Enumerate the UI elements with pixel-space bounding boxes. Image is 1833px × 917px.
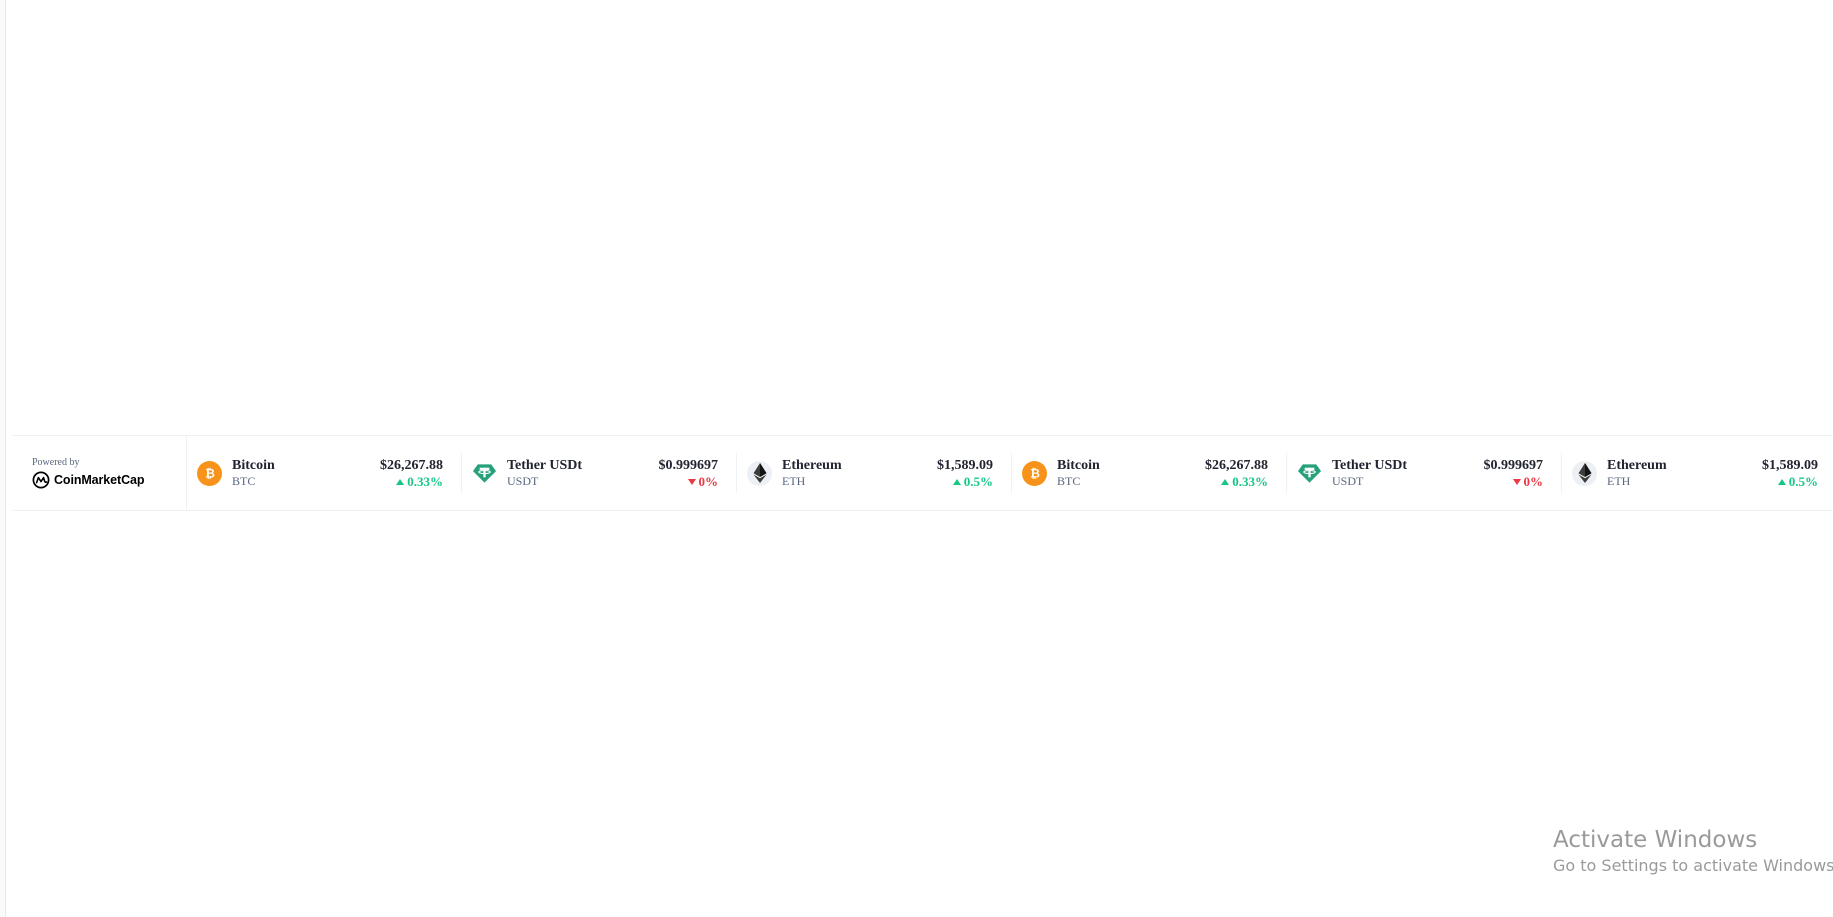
- coin-symbol: USDT: [1332, 474, 1364, 488]
- caret-up-icon: [952, 478, 961, 485]
- coin-name: Tether USDt: [507, 458, 583, 473]
- caret-down-icon: [687, 478, 696, 485]
- coin-change-value: 0.33%: [1232, 474, 1268, 489]
- coin-name: Tether USDt: [1332, 458, 1408, 473]
- coin-change: 0.5%: [1777, 474, 1818, 489]
- svg-text:₿: ₿: [1030, 467, 1040, 481]
- ticker-items: ₿ Bitcoin BTC $26,267.88 0.33% Tether US…: [187, 436, 1833, 510]
- tether-icon: [472, 461, 497, 486]
- coin-change-value: 0%: [1523, 474, 1544, 489]
- coin-name: Bitcoin: [1057, 458, 1100, 473]
- tether-icon: [1297, 461, 1322, 486]
- coin-price: $1,589.09: [1762, 458, 1818, 473]
- caret-up-icon: [396, 478, 405, 485]
- coin-name: Bitcoin: [232, 458, 275, 473]
- coin-change: 0.5%: [952, 474, 993, 489]
- caret-up-icon: [1777, 478, 1786, 485]
- caret-up-icon: [1221, 478, 1230, 485]
- coin-name: Ethereum: [1607, 458, 1667, 473]
- coin-symbol: ETH: [782, 474, 806, 488]
- coin-change-value: 0.5%: [963, 474, 993, 489]
- coin-price: $0.999697: [658, 458, 719, 473]
- watermark-title: Activate Windows: [1553, 827, 1758, 853]
- coin-price: $0.999697: [1483, 458, 1544, 473]
- coin-price: $1,589.09: [937, 458, 993, 473]
- coinmarketcap-logo-icon: [32, 471, 50, 489]
- page: Powered by CoinMarketCap ₿ Bitcoin BTC $…: [0, 0, 1833, 917]
- coin-change: 0%: [687, 474, 719, 489]
- watermark-subtitle: Go to Settings to activate Windows.: [1553, 856, 1833, 875]
- window-left-edge: [0, 0, 6, 917]
- coin-change-value: 0.33%: [407, 474, 443, 489]
- coin-change-value: 0%: [698, 474, 719, 489]
- coin-change: 0%: [1512, 474, 1544, 489]
- ethereum-icon: [1572, 460, 1597, 486]
- ticker-item-ethereum[interactable]: Ethereum ETH $1,589.09 0.5%: [1562, 453, 1833, 493]
- coin-symbol: ETH: [1607, 474, 1631, 488]
- caret-down-icon: [1512, 478, 1521, 485]
- coin-price: $26,267.88: [1205, 458, 1268, 473]
- powered-by-label: Powered by: [32, 457, 80, 468]
- ticker-item-tether[interactable]: Tether USDt USDT $0.999697 0%: [462, 453, 737, 493]
- ticker-item-bitcoin[interactable]: ₿ Bitcoin BTC $26,267.88 0.33%: [1012, 453, 1287, 493]
- coinmarketcap-brand[interactable]: CoinMarketCap: [32, 471, 186, 489]
- bitcoin-icon: ₿: [1022, 460, 1047, 486]
- ticker-item-tether[interactable]: Tether USDt USDT $0.999697 0%: [1287, 453, 1562, 493]
- coin-price: $26,267.88: [380, 458, 443, 473]
- coin-change-value: 0.5%: [1788, 474, 1818, 489]
- windows-activation-watermark: Activate Windows Go to Settings to activ…: [1553, 825, 1833, 877]
- coin-symbol: BTC: [232, 474, 256, 488]
- coin-name: Ethereum: [782, 458, 842, 473]
- svg-text:₿: ₿: [205, 467, 215, 481]
- ticker-item-bitcoin[interactable]: ₿ Bitcoin BTC $26,267.88 0.33%: [187, 453, 462, 493]
- ticker-item-ethereum[interactable]: Ethereum ETH $1,589.09 0.5%: [737, 453, 1012, 493]
- crypto-price-ticker: Powered by CoinMarketCap ₿ Bitcoin BTC $…: [12, 435, 1833, 511]
- coin-symbol: USDT: [507, 474, 539, 488]
- ethereum-icon: [747, 460, 772, 486]
- powered-by-block[interactable]: Powered by CoinMarketCap: [12, 436, 187, 510]
- coin-change: 0.33%: [1221, 474, 1268, 489]
- coinmarketcap-brand-name: CoinMarketCap: [54, 473, 145, 487]
- bitcoin-icon: ₿: [197, 460, 222, 486]
- coin-symbol: BTC: [1057, 474, 1081, 488]
- coin-change: 0.33%: [396, 474, 443, 489]
